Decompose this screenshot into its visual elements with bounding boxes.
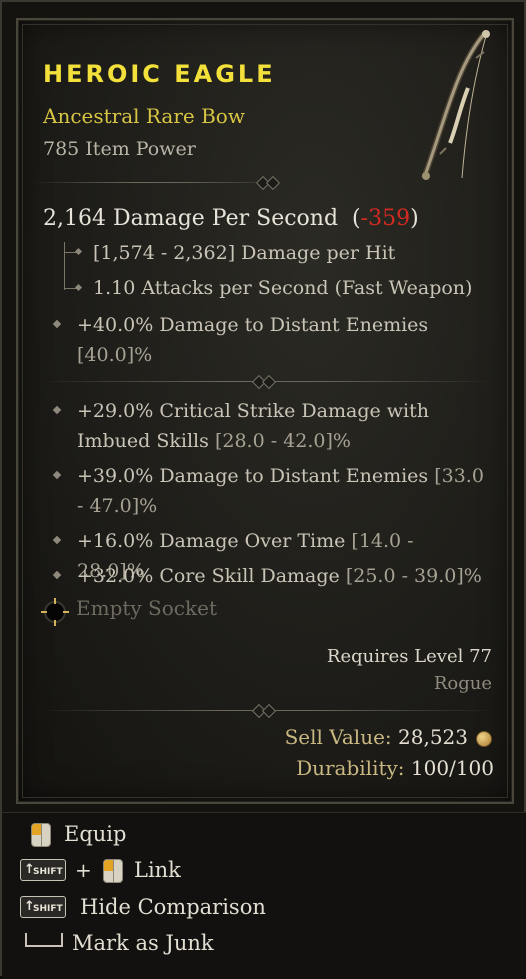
divider [38, 703, 496, 719]
tree-branch [64, 252, 78, 253]
plus-sign: + [75, 858, 92, 882]
item-tooltip: HEROIC EAGLE Ancestral Rare Bow 785 Item… [16, 18, 514, 804]
bullet-diamond-icon [52, 470, 62, 480]
tooltip-frame: HEROIC EAGLE Ancestral Rare Bow 785 Item… [0, 0, 526, 979]
item-power: 785 Item Power [43, 138, 196, 160]
affix-value: +16.0% Damage Over Time [77, 530, 346, 552]
dps-line: 2,164 Damage Per Second (-359) [43, 206, 419, 231]
dps-value: 2,164 Damage Per Second [43, 206, 339, 231]
spacebar-icon [25, 933, 63, 947]
dps-delta: -359 [360, 206, 411, 231]
gold-coin-icon [476, 731, 492, 747]
divider [38, 374, 496, 390]
socket-label: Empty Socket [76, 596, 217, 620]
bullet-diamond-icon [52, 405, 62, 415]
affix-value: +39.0% Damage to Distant Enemies [77, 465, 429, 487]
affix-value: +32.0% Core Skill Damage [77, 565, 340, 587]
shift-key-label: SHIFT [33, 867, 63, 877]
required-level: Requires Level 77 [326, 646, 492, 667]
required-class: Rogue [433, 673, 492, 694]
bullet-diamond-icon [52, 319, 62, 329]
affix-value: +40.0% Damage to Distant Enemies [77, 314, 429, 336]
affix-range: [25.0 - 39.0]% [345, 565, 482, 587]
mouse-left-icon [31, 823, 51, 847]
sell-amount: 28,523 [398, 725, 468, 749]
durability-value: 100/100 [410, 756, 494, 780]
bullet-diamond-icon [52, 570, 62, 580]
sell-value: Sell Value: 28,523 [285, 725, 468, 749]
mouse-left-icon [103, 859, 123, 883]
durability-label: Durability: [296, 756, 405, 780]
attacks-per-second: 1.10 Attacks per Second (Fast Weapon) [93, 277, 473, 299]
affix-range: [40.0]% [77, 344, 153, 366]
durability: Durability: 100/100 [296, 756, 494, 780]
equip-action[interactable]: Equip [64, 822, 126, 846]
bow-icon [421, 30, 490, 180]
bullet-diamond-icon [52, 535, 62, 545]
item-type: Ancestral Rare Bow [43, 104, 245, 128]
affix-range: [28.0 - 42.0]% [214, 430, 351, 452]
item-name: HEROIC EAGLE [43, 60, 276, 88]
divider [32, 175, 282, 191]
damage-per-hit: [1,574 - 2,362] Damage per Hit [93, 242, 396, 264]
shift-key-icon: ↑ SHIFT [20, 896, 66, 918]
mark-as-junk-action[interactable]: Mark as Junk [72, 931, 214, 955]
tree-branch [64, 288, 78, 289]
shift-key-label: SHIFT [33, 904, 63, 914]
hide-comparison-action[interactable]: Hide Comparison [80, 895, 266, 919]
socket-icon [41, 598, 69, 626]
link-action[interactable]: Link [134, 858, 181, 882]
tree-line [64, 242, 65, 290]
sell-label: Sell Value: [284, 725, 392, 749]
shift-key-icon: ↑ SHIFT [20, 859, 66, 881]
